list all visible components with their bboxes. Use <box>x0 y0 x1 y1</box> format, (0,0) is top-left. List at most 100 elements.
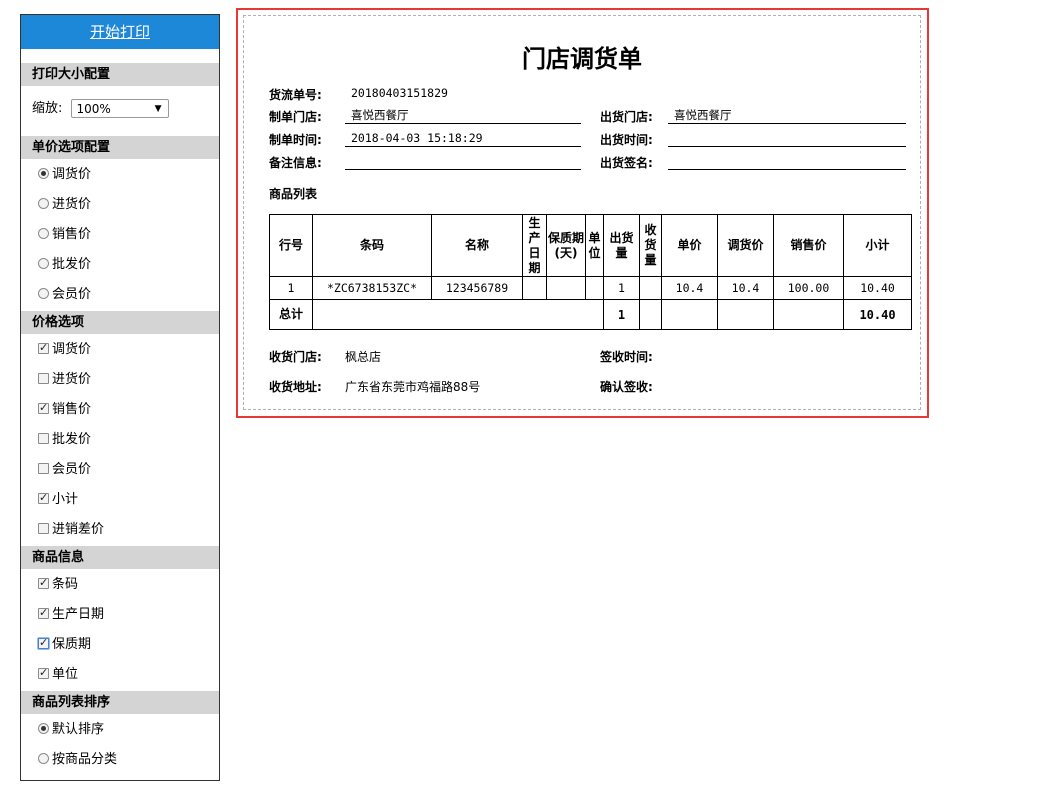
cell-subtotal: 10.40 <box>843 276 912 300</box>
document-title: 门店调货单 <box>522 44 642 73</box>
header-sale-price: 销售价 <box>773 214 844 277</box>
checkbox-wholesale-price[interactable]: 批发价 <box>21 425 219 455</box>
checkbox-icon[interactable] <box>38 373 49 384</box>
cell-barcode: *ZC6738153ZC* <box>312 276 432 300</box>
make-time-field: 制单时间: 2018-04-03 15:18:29 <box>269 130 581 150</box>
cell-shelf-life <box>546 276 586 300</box>
flow-number-field: 货流单号: 20180403151829 <box>269 85 545 105</box>
checkbox-icon[interactable] <box>38 463 49 474</box>
cell-production-date <box>522 276 547 300</box>
recv-store-field: 收货门店: 枫总店 <box>269 350 382 364</box>
make-store-value: 喜悦西餐厅 <box>345 107 581 124</box>
total-out-qty: 1 <box>603 299 640 330</box>
radio-sale-price[interactable]: 销售价 <box>21 220 219 250</box>
zoom-label: 缩放: <box>32 101 63 116</box>
start-print-button[interactable]: 开始打印 <box>21 15 219 49</box>
checkbox-icon[interactable] <box>38 605 49 620</box>
confirm-sign-field: 确认签收: <box>600 380 653 394</box>
recv-store-value: 枫总店 <box>345 350 382 364</box>
zoom-row: 缩放: 100% ▼ <box>21 95 219 123</box>
cell-sale-price: 100.00 <box>773 276 844 300</box>
section-price-option: 单价选项配置 <box>21 136 219 159</box>
total-spacer <box>312 299 604 330</box>
header-unit-price: 单价 <box>661 214 718 277</box>
header-recv-qty: 收货量 <box>639 214 662 277</box>
cell-out-qty: 1 <box>603 276 640 300</box>
total-label: 总计 <box>269 299 313 330</box>
total-unit-price <box>661 299 718 330</box>
table-header-row: 行号 条码 名称 生产日期 保质期(天) 单位 出货量 收货量 单价 调货价 销… <box>269 214 912 277</box>
out-sign-field: 出货签名: <box>600 153 906 173</box>
total-transfer-price <box>717 299 774 330</box>
cell-transfer-price: 10.4 <box>717 276 774 300</box>
header-unit: 单位 <box>585 214 604 277</box>
total-sale-price <box>773 299 844 330</box>
table-row: 1 *ZC6738153ZC* 123456789 1 10.4 10.4 10… <box>269 276 912 300</box>
goods-table: 行号 条码 名称 生产日期 保质期(天) 单位 出货量 收货量 单价 调货价 销… <box>269 214 912 330</box>
section-sort: 商品列表排序 <box>21 691 219 714</box>
radio-icon[interactable] <box>38 723 49 734</box>
cell-unit-price: 10.4 <box>661 276 718 300</box>
checkbox-barcode[interactable]: 条码 <box>21 570 219 600</box>
out-sign-value <box>668 153 906 170</box>
header-production-date: 生产日期 <box>522 214 547 277</box>
cell-recv-qty <box>639 276 662 300</box>
radio-member-price[interactable]: 会员价 <box>21 280 219 310</box>
checkbox-icon[interactable] <box>38 665 49 680</box>
checkbox-icon[interactable] <box>38 433 49 444</box>
total-recv-qty <box>639 299 662 330</box>
header-subtotal: 小计 <box>843 214 912 277</box>
radio-sort-by-category[interactable]: 按商品分类 <box>21 745 219 775</box>
print-preview-frame: 门店调货单 货流单号: 20180403151829 制单门店: 喜悦西餐厅 出货门… <box>236 8 929 418</box>
radio-default-sort[interactable]: 默认排序 <box>21 715 219 745</box>
cell-row-no: 1 <box>269 276 313 300</box>
section-price-columns: 价格选项 <box>21 311 219 334</box>
checkbox-icon[interactable] <box>38 400 49 415</box>
checkbox-margin[interactable]: 进销差价 <box>21 515 219 545</box>
header-barcode: 条码 <box>312 214 432 277</box>
note-field: 备注信息: <box>269 153 581 173</box>
radio-icon[interactable] <box>38 753 49 764</box>
radio-icon[interactable] <box>38 228 49 239</box>
out-time-value <box>668 130 906 147</box>
checkbox-member-price[interactable]: 会员价 <box>21 455 219 485</box>
checkbox-subtotal[interactable]: 小计 <box>21 485 219 515</box>
header-out-qty: 出货量 <box>603 214 640 277</box>
sign-time-field: 签收时间: <box>600 350 653 364</box>
checkbox-icon[interactable] <box>38 490 49 505</box>
checkbox-production-date[interactable]: 生产日期 <box>21 600 219 630</box>
make-time-value: 2018-04-03 15:18:29 <box>345 130 581 147</box>
zoom-select[interactable]: 100% ▼ <box>70 99 169 118</box>
header-row-no: 行号 <box>269 214 313 277</box>
radio-icon[interactable] <box>38 258 49 269</box>
checkbox-sale-price[interactable]: 销售价 <box>21 395 219 425</box>
radio-purchase-price[interactable]: 进货价 <box>21 190 219 220</box>
total-amount: 10.40 <box>843 299 912 330</box>
checkbox-shelf-life[interactable]: 保质期 <box>21 630 219 660</box>
radio-icon[interactable] <box>38 288 49 299</box>
out-store-field: 出货门店: 喜悦西餐厅 <box>600 107 906 127</box>
checkbox-icon[interactable] <box>38 575 49 590</box>
table-total-row: 总计 1 10.40 <box>269 299 912 330</box>
print-paper: 门店调货单 货流单号: 20180403151829 制单门店: 喜悦西餐厅 出货门… <box>243 15 921 410</box>
checkbox-icon[interactable] <box>38 340 49 355</box>
goods-list-title: 商品列表 <box>269 187 318 201</box>
radio-icon[interactable] <box>38 198 49 209</box>
checkbox-transfer-price[interactable]: 调货价 <box>21 335 219 365</box>
section-goods-info: 商品信息 <box>21 546 219 569</box>
checkbox-icon[interactable] <box>38 635 49 650</box>
out-time-field: 出货时间: <box>600 130 906 150</box>
cell-name: 123456789 <box>431 276 523 300</box>
header-transfer-price: 调货价 <box>717 214 774 277</box>
make-store-field: 制单门店: 喜悦西餐厅 <box>269 107 581 127</box>
radio-icon[interactable] <box>38 168 49 179</box>
checkbox-purchase-price[interactable]: 进货价 <box>21 365 219 395</box>
print-settings-panel: 开始打印 打印大小配置 缩放: 100% ▼ 单价选项配置 调货价 进货价 销售… <box>20 14 220 781</box>
radio-wholesale-price[interactable]: 批发价 <box>21 250 219 280</box>
recv-address-field: 收货地址: 广东省东莞市鸡福路88号 <box>269 380 481 394</box>
zoom-value: 100% <box>76 102 111 116</box>
radio-transfer-price[interactable]: 调货价 <box>21 160 219 190</box>
checkbox-unit[interactable]: 单位 <box>21 660 219 690</box>
checkbox-icon[interactable] <box>38 523 49 534</box>
flow-number-value: 20180403151829 <box>351 86 448 100</box>
